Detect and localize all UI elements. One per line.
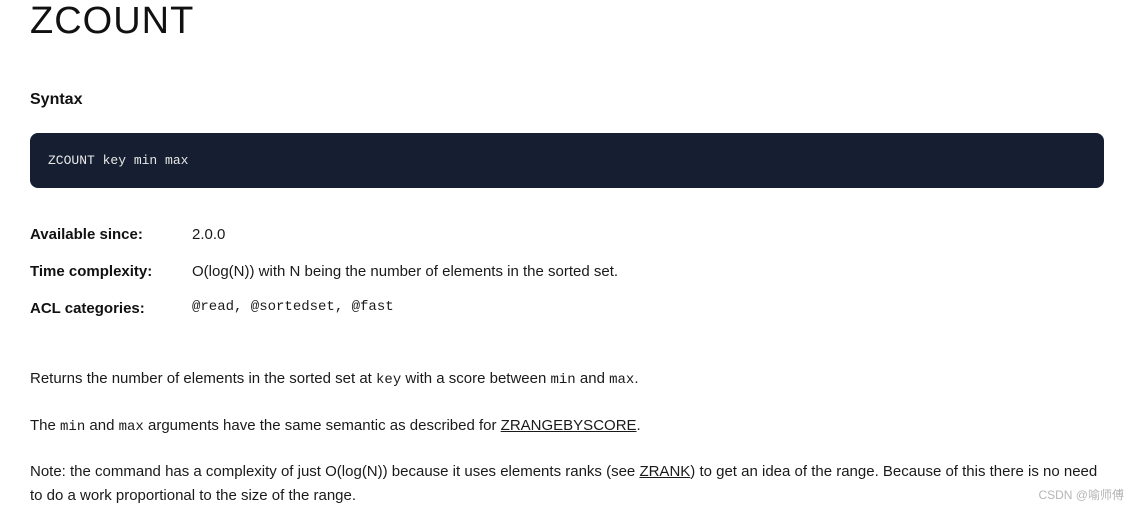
description-paragraph: The min and max arguments have the same …: [30, 414, 1104, 439]
meta-value: @read, @sortedset, @fast: [192, 298, 394, 319]
meta-row-time-complexity: Time complexity: O(log(N)) with N being …: [30, 261, 1104, 282]
meta-value: O(log(N)) with N being the number of ele…: [192, 261, 618, 282]
description: Returns the number of elements in the so…: [30, 367, 1104, 507]
inline-code-max: max: [609, 372, 634, 388]
syntax-heading: Syntax: [30, 91, 1104, 109]
description-paragraph: Note: the command has a complexity of ju…: [30, 460, 1104, 507]
page-title: ZCOUNT: [30, 0, 1104, 43]
inline-code-max: max: [119, 419, 144, 435]
link-zrank[interactable]: ZRANK: [639, 463, 690, 480]
inline-code-min: min: [60, 419, 85, 435]
meta-row-acl-categories: ACL categories: @read, @sortedset, @fast: [30, 298, 1104, 319]
description-paragraph: Returns the number of elements in the so…: [30, 367, 1104, 392]
meta-table: Available since: 2.0.0 Time complexity: …: [30, 224, 1104, 319]
link-zrangebyscore[interactable]: ZRANGEBYSCORE: [501, 417, 637, 434]
meta-value: 2.0.0: [192, 224, 225, 245]
inline-code-min: min: [551, 372, 576, 388]
meta-label: Available since:: [30, 224, 192, 245]
meta-label: Time complexity:: [30, 261, 192, 282]
syntax-code-block: ZCOUNT key min max: [30, 133, 1104, 188]
meta-label: ACL categories:: [30, 298, 192, 319]
inline-code-key: key: [376, 372, 401, 388]
meta-row-available-since: Available since: 2.0.0: [30, 224, 1104, 245]
